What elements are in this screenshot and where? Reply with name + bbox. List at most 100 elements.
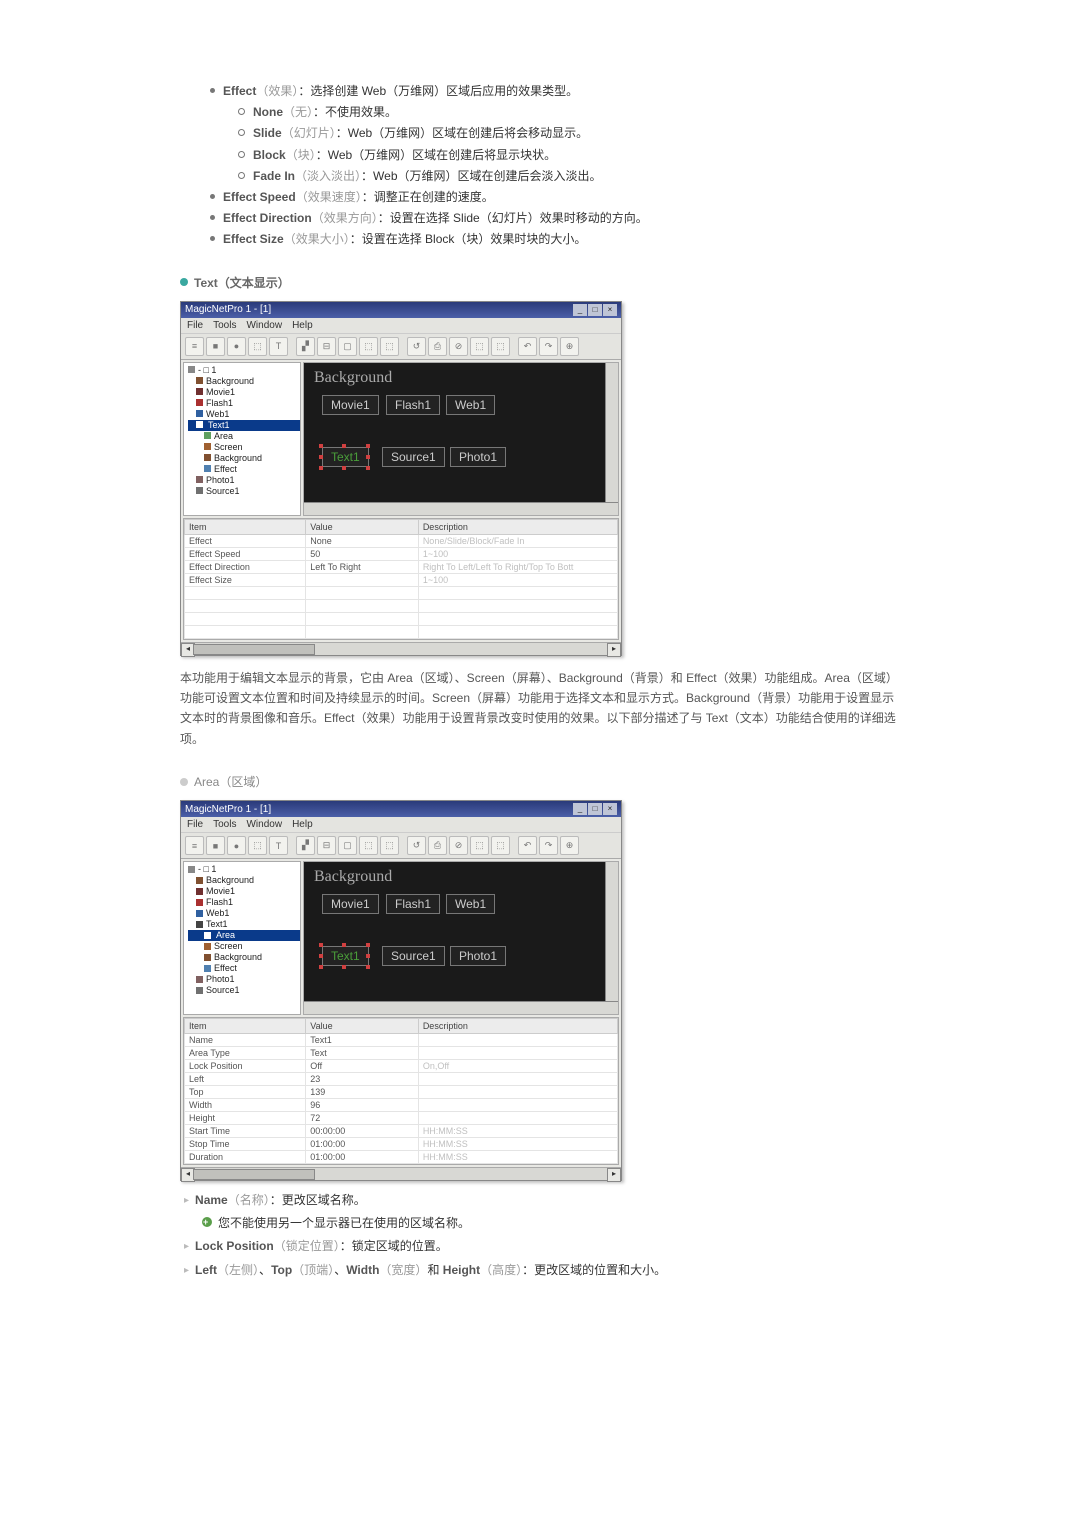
min-icon[interactable]: _ [573, 803, 587, 815]
min-icon[interactable]: _ [573, 304, 587, 316]
toolbar-icon[interactable]: ⬚ [248, 836, 267, 855]
toolbar-icon[interactable]: ⬚ [470, 836, 489, 855]
table-row[interactable]: Left23 [185, 1073, 618, 1086]
chip-web1[interactable]: Web1 [446, 395, 495, 415]
table-row[interactable]: Effect DirectionLeft To RightRight To Le… [185, 560, 618, 573]
toolbar-icon[interactable]: ↷ [539, 337, 558, 356]
table-row[interactable]: Start Time00:00:00HH:MM:SS [185, 1125, 618, 1138]
toolbar-icon[interactable]: ⬚ [380, 836, 399, 855]
toolbar-icon[interactable]: ▞ [296, 836, 315, 855]
close-icon[interactable]: × [603, 304, 617, 316]
toolbar-icon[interactable]: ■ [206, 836, 225, 855]
tree-node[interactable]: Text1 [188, 420, 300, 431]
menu-tools[interactable]: Tools [213, 819, 236, 830]
tree-node[interactable]: Effect [188, 963, 300, 974]
toolbar-icon[interactable]: ▢ [338, 836, 357, 855]
tree-panel[interactable]: - □ 1BackgroundMovie1Flash1Web1Text1Area… [183, 362, 301, 516]
tree-node[interactable]: Photo1 [188, 974, 300, 985]
menu-window[interactable]: Window [246, 320, 282, 331]
toolbar-icon[interactable]: ≡ [185, 337, 204, 356]
table-row[interactable]: Effect Speed501~100 [185, 547, 618, 560]
toolbar-icon[interactable]: ⊘ [449, 337, 468, 356]
tree-node[interactable]: Flash1 [188, 398, 300, 409]
tree-node[interactable]: Text1 [188, 919, 300, 930]
chip-source1[interactable]: Source1 [382, 447, 445, 467]
chip-movie1[interactable]: Movie1 [322, 395, 379, 415]
tree-node[interactable]: Area [188, 930, 300, 941]
chip-photo1[interactable]: Photo1 [450, 447, 506, 467]
tree-node[interactable]: Web1 [188, 908, 300, 919]
chip-photo1[interactable]: Photo1 [450, 946, 506, 966]
tree-node[interactable]: Movie1 [188, 886, 300, 897]
toolbar-icon[interactable]: ⊟ [317, 836, 336, 855]
tree-node[interactable]: Source1 [188, 486, 300, 497]
toolbar-icon[interactable]: ⎙ [428, 836, 447, 855]
table-row[interactable]: NameText1 [185, 1034, 618, 1047]
table-row[interactable]: Width96 [185, 1099, 618, 1112]
properties-grid[interactable]: Item Value Description NameText1Area Typ… [183, 1017, 619, 1165]
toolbar-icon[interactable]: ⊘ [449, 836, 468, 855]
chip-movie1[interactable]: Movie1 [322, 894, 379, 914]
toolbar-icon[interactable]: ● [227, 337, 246, 356]
toolbar-icon[interactable]: ▞ [296, 337, 315, 356]
toolbar-icon[interactable]: ⬚ [359, 836, 378, 855]
menu-file[interactable]: File [187, 819, 203, 830]
toolbar-icon[interactable]: ▢ [338, 337, 357, 356]
toolbar-icon[interactable]: ≡ [185, 836, 204, 855]
toolbar-icon[interactable]: ■ [206, 337, 225, 356]
table-row[interactable]: Duration01:00:00HH:MM:SS [185, 1151, 618, 1164]
chip-source1[interactable]: Source1 [382, 946, 445, 966]
toolbar-icon[interactable]: ⊕ [560, 337, 579, 356]
hscroll-canvas[interactable] [304, 502, 618, 515]
tree-node[interactable]: Background [188, 376, 300, 387]
hscroll[interactable]: ◂ ▸ [181, 642, 621, 655]
toolbar-icon[interactable]: ⊕ [560, 836, 579, 855]
scroll-thumb[interactable] [193, 644, 315, 655]
scroll-right-icon[interactable]: ▸ [607, 1168, 621, 1182]
tree-node[interactable]: Screen [188, 442, 300, 453]
tree-node[interactable]: Background [188, 453, 300, 464]
table-row[interactable]: EffectNoneNone/Slide/Block/Fade In [185, 534, 618, 547]
menu-help[interactable]: Help [292, 819, 313, 830]
max-icon[interactable]: □ [588, 304, 602, 316]
toolbar-icon[interactable]: ⬚ [359, 337, 378, 356]
tree-node[interactable]: Background [188, 952, 300, 963]
toolbar-icon[interactable]: ⬚ [380, 337, 399, 356]
tree-node[interactable]: Effect [188, 464, 300, 475]
table-row[interactable]: Top139 [185, 1086, 618, 1099]
toolbar-icon[interactable]: ⊟ [317, 337, 336, 356]
hscroll[interactable]: ◂ ▸ [181, 1167, 621, 1180]
chip-flash1[interactable]: Flash1 [386, 395, 440, 415]
toolbar-icon[interactable]: ⬚ [491, 836, 510, 855]
canvas[interactable]: Background Movie1 Flash1 Web1 Text1 Sour… [303, 362, 619, 516]
tree-node[interactable]: Background [188, 875, 300, 886]
hscroll-canvas[interactable] [304, 1001, 618, 1014]
toolbar-icon[interactable]: ↶ [518, 836, 537, 855]
table-row[interactable]: Effect Size1~100 [185, 573, 618, 586]
tree-node[interactable]: Screen [188, 941, 300, 952]
vscroll[interactable] [605, 363, 618, 515]
menu-window[interactable]: Window [246, 819, 282, 830]
table-row[interactable]: Area TypeText [185, 1047, 618, 1060]
tree-panel[interactable]: - □ 1BackgroundMovie1Flash1Web1Text1Area… [183, 861, 301, 1015]
menu-file[interactable]: File [187, 320, 203, 331]
toolbar-icon[interactable]: T [269, 836, 288, 855]
tree-node[interactable]: Flash1 [188, 897, 300, 908]
tree-node[interactable]: Area [188, 431, 300, 442]
chip-web1[interactable]: Web1 [446, 894, 495, 914]
max-icon[interactable]: □ [588, 803, 602, 815]
toolbar-icon[interactable]: ⬚ [248, 337, 267, 356]
tree-node[interactable]: Web1 [188, 409, 300, 420]
chip-flash1[interactable]: Flash1 [386, 894, 440, 914]
tree-node[interactable]: - □ 1 [188, 864, 300, 875]
menu-help[interactable]: Help [292, 320, 313, 331]
toolbar-icon[interactable]: ↶ [518, 337, 537, 356]
chip-text1[interactable]: Text1 [322, 447, 369, 467]
vscroll[interactable] [605, 862, 618, 1014]
toolbar-icon[interactable]: ● [227, 836, 246, 855]
table-row[interactable]: Lock PositionOffOn,Off [185, 1060, 618, 1073]
toolbar-icon[interactable]: T [269, 337, 288, 356]
toolbar-icon[interactable]: ↺ [407, 836, 426, 855]
properties-grid[interactable]: Item Value Description EffectNoneNone/Sl… [183, 518, 619, 640]
toolbar-icon[interactable]: ⎙ [428, 337, 447, 356]
